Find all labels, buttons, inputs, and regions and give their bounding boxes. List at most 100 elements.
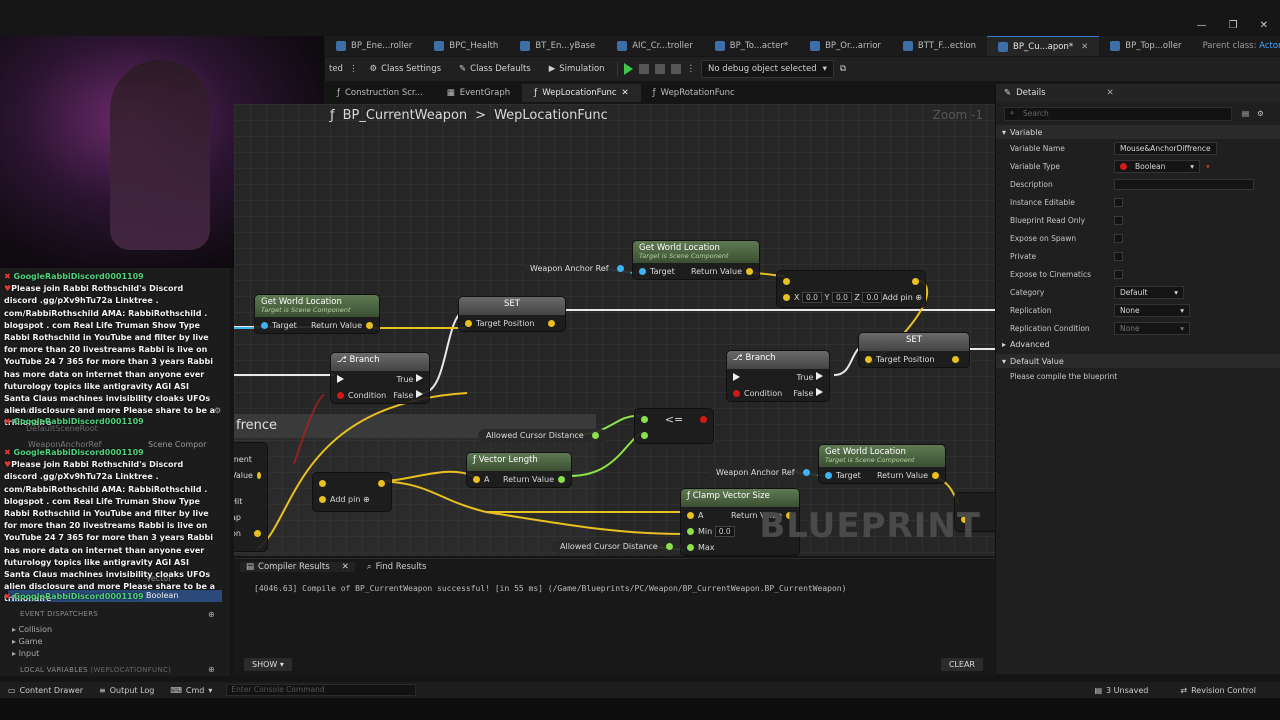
add-dispatcher-icon[interactable]: ⊕ <box>208 610 215 619</box>
clear-button[interactable]: CLEAR <box>940 658 983 671</box>
bool-out-pin[interactable] <box>700 415 707 423</box>
container-type-icon[interactable]: ▾ <box>1206 162 1210 171</box>
tab-3[interactable]: AIC_Cr...troller <box>606 36 704 56</box>
make-vector-node[interactable]: X 0.0 Y 0.0 Z 0.0 Add pin ⊕ <box>776 270 926 308</box>
tab-2[interactable]: BT_En...yBase <box>509 36 606 56</box>
expose-on-spawn-checkbox[interactable] <box>1114 233 1123 243</box>
category-game[interactable]: ▸ Game <box>12 637 42 646</box>
min-pin[interactable] <box>687 527 694 535</box>
a-pin[interactable] <box>641 415 648 423</box>
object-pin[interactable] <box>616 265 624 272</box>
details-search-input[interactable]: Search <box>1004 107 1232 121</box>
target-position-pin[interactable] <box>465 319 472 327</box>
section-advanced[interactable]: ▸ Advanced <box>996 337 1280 351</box>
category-input[interactable]: ▸ Input <box>12 649 39 658</box>
tab-event-graph[interactable]: ▦ EventGraph <box>435 84 522 102</box>
class-settings-button[interactable]: ⚙ Class Settings <box>363 61 447 77</box>
play-options-icon[interactable]: ⋮ <box>687 64 696 74</box>
expose-cinematics-checkbox[interactable] <box>1114 269 1123 279</box>
set-node[interactable]: SET Target Position <box>858 332 970 368</box>
output-pin[interactable] <box>378 479 385 487</box>
weapon-anchor-ref-getter[interactable]: Weapon Anchor Ref <box>522 262 632 275</box>
tab-1[interactable]: BPC_Health <box>423 36 509 56</box>
less-equal-node[interactable]: <= <box>634 408 714 444</box>
return-value-pin[interactable] <box>932 471 939 479</box>
output-pin[interactable] <box>912 277 919 285</box>
input-pin[interactable] <box>319 479 326 487</box>
get-world-location-node[interactable]: Get World Location Target is Scene Compon… <box>254 294 380 334</box>
add-pin-icon[interactable]: ⊕ <box>363 495 370 504</box>
return-value-pin[interactable] <box>746 267 753 275</box>
category-dropdown[interactable]: Default ▾ <box>1114 285 1184 299</box>
variable-name-field[interactable]: Mouse&AnchorDiffrence <box>1114 141 1217 155</box>
output-pin[interactable] <box>548 319 555 327</box>
output-pin[interactable] <box>952 355 959 363</box>
tab-4[interactable]: BP_To...acter* <box>704 36 799 56</box>
minimize-icon[interactable]: — <box>1197 20 1207 31</box>
input-pin[interactable] <box>783 277 790 285</box>
tab-find-results[interactable]: ⌕ Find Results <box>361 562 433 572</box>
float-pin[interactable] <box>665 543 673 550</box>
close-tab-icon[interactable]: ✕ <box>1081 42 1088 52</box>
replication-condition-dropdown[interactable]: None ▾ <box>1114 321 1190 335</box>
tab-compiler-results[interactable]: ▤ Compiler Results ✕ <box>240 562 355 572</box>
instance-editable-checkbox[interactable] <box>1114 197 1123 207</box>
object-pin[interactable] <box>802 469 810 476</box>
event-dispatchers-header[interactable]: EVENT DISPATCHERS <box>20 610 98 618</box>
tab-5[interactable]: BP_Or...arrior <box>799 36 892 56</box>
close-tab-icon[interactable]: ✕ <box>622 88 629 98</box>
exec-false-pin[interactable] <box>416 390 423 398</box>
float-pin[interactable] <box>591 432 599 439</box>
more-icon[interactable]: ⋮ <box>349 64 358 74</box>
blueprint-read-only-checkbox[interactable] <box>1114 215 1123 225</box>
content-drawer-button[interactable]: ▭ Content Drawer <box>0 686 91 695</box>
revision-control-button[interactable]: ⇄ Revision Control <box>1172 686 1264 695</box>
a-pin[interactable] <box>687 511 694 519</box>
exec-false-pin[interactable] <box>816 388 823 396</box>
partial-node-left[interactable]: ment Value Hit ap on <box>234 442 268 552</box>
tab-8[interactable]: BP_Top...oller <box>1099 36 1192 56</box>
exec-true-pin[interactable] <box>416 374 423 382</box>
variable-type-dropdown[interactable]: Boolean ▾ <box>1114 159 1200 173</box>
a-pin[interactable] <box>473 475 480 483</box>
set-node[interactable]: SET Target Position <box>458 296 566 332</box>
output-pin[interactable] <box>256 471 261 479</box>
return-value-pin[interactable] <box>558 475 565 483</box>
exec-true-pin[interactable] <box>816 372 823 380</box>
tab-0[interactable]: BP_Ene...roller <box>325 36 423 56</box>
exec-in-pin[interactable] <box>337 375 344 383</box>
close-panel-icon[interactable]: ✕ <box>1107 88 1114 98</box>
max-pin[interactable] <box>687 543 694 551</box>
tab-wep-rotation-func[interactable]: ƒ WepRotationFunc <box>641 84 747 102</box>
table-view-icon[interactable]: ▤ <box>1242 109 1249 118</box>
replication-dropdown[interactable]: None ▾ <box>1114 303 1190 317</box>
stop-icon[interactable] <box>654 64 665 74</box>
output-pin[interactable] <box>254 529 261 537</box>
branch-node[interactable]: ⎇ Branch True Condition False <box>726 350 830 402</box>
debug-filter-icon[interactable]: ⧉ <box>840 64 846 74</box>
eject-icon[interactable] <box>670 64 681 74</box>
close-window-icon[interactable]: ✕ <box>1260 20 1268 31</box>
condition-pin[interactable] <box>733 389 740 397</box>
add-node[interactable]: Add pin ⊕ <box>312 472 392 512</box>
tab-wep-location-func[interactable]: ƒ WepLocationFunc ✕ <box>522 84 641 102</box>
branch-node[interactable]: ⎇ Branch True Condition False <box>330 352 430 404</box>
input-pin[interactable] <box>319 495 326 503</box>
parent-class-value[interactable]: Actor <box>1259 41 1280 51</box>
get-world-location-node[interactable]: Get World Location Target is Scene Compon… <box>632 240 760 280</box>
tab-6[interactable]: BTT_F...ection <box>892 36 987 56</box>
tab-construction-script[interactable]: ƒ Construction Scr... <box>325 84 435 102</box>
simulation-button[interactable]: ▶ Simulation <box>543 61 611 77</box>
vector-length-node[interactable]: ƒ Vector Length A Return Value <box>466 452 572 488</box>
class-defaults-button[interactable]: ✎ Class Defaults <box>453 61 537 77</box>
return-value-pin[interactable] <box>366 321 373 329</box>
target-pin[interactable] <box>639 267 646 275</box>
target-pin[interactable] <box>825 471 832 479</box>
input-pin[interactable] <box>783 293 790 301</box>
output-log-button[interactable]: ≡ Output Log <box>91 686 162 695</box>
section-variable[interactable]: ▾ Variable <box>996 125 1280 139</box>
tab-7-active[interactable]: BP_Cu...apon* ✕ <box>987 36 1100 56</box>
unsaved-indicator[interactable]: ▤ 3 Unsaved <box>1086 686 1156 695</box>
target-position-pin[interactable] <box>865 355 872 363</box>
restore-icon[interactable]: ❐ <box>1229 20 1238 31</box>
